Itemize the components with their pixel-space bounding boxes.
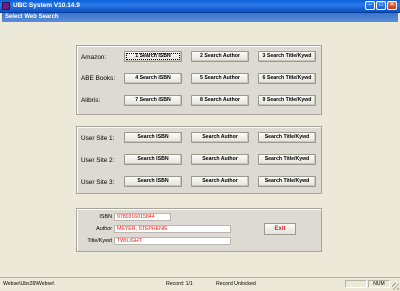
user-site-1-search-author-button[interactable]: Search Author [191,132,249,143]
app-icon [2,2,10,10]
alibris-search-author-button[interactable]: 8 Search Author [191,95,249,106]
window-title: UBC System V10.14.9 [13,2,80,9]
exit-button[interactable]: Exit [264,223,296,235]
status-path: Webse\Ubs39\Webse\ [3,281,55,287]
window-title-bar[interactable]: UBC System V10.14.9 – □ ✕ [0,0,400,13]
user-site-1-search-isbn-button[interactable]: Search ISBN [124,132,182,143]
amazon-label: Amazon: [81,54,107,61]
resize-grip-icon[interactable] [392,283,399,290]
status-empty-cell [345,280,367,288]
user-site-3-search-isbn-button[interactable]: Search ISBN [124,176,182,187]
form-header: Select Web Search [2,13,398,22]
abe-search-author-button[interactable]: 5 Search Author [191,73,249,84]
status-bar: Webse\Ubs39\Webse\ Record: 1/1 Record Un… [0,277,400,291]
alibris-search-isbn-button[interactable]: 7 Search ISBN [124,95,182,106]
abe-books-label: ABE Books: [81,75,116,82]
status-lock: Record Unlocked [216,281,256,287]
alibris-search-title-button[interactable]: 9 Search Title/Kywd [258,95,316,106]
user-site-1-label: User Site 1: [81,135,115,142]
amazon-search-title-button[interactable]: 3 Search Title/Kywd [258,51,316,62]
author-field[interactable]: MEYER, STEPHENIE [114,225,231,233]
amazon-search-author-button[interactable]: 2 Search Author [191,51,249,62]
user-site-3-search-title-button[interactable]: Search Title/Kywd [258,176,316,187]
minimize-icon[interactable]: – [365,1,375,10]
user-site-2-label: User Site 2: [81,157,115,164]
abe-search-isbn-button[interactable]: 4 Search ISBN [124,73,182,84]
alibris-label: Alibris: [81,97,101,104]
close-icon[interactable]: ✕ [387,1,397,10]
form-title: Select Web Search [5,14,59,20]
user-site-3-search-author-button[interactable]: Search Author [191,176,249,187]
isbn-label: ISBN [99,214,112,220]
user-site-2-search-isbn-button[interactable]: Search ISBN [124,154,182,165]
title-kywd-field[interactable]: TWILIGHT [114,237,231,245]
amazon-search-isbn-button[interactable]: 1 Search ISBN [124,51,182,62]
isbn-field[interactable]: 9780316015844 [114,213,171,221]
user-site-1-search-title-button[interactable]: Search Title/Kywd [258,132,316,143]
abe-search-title-button[interactable]: 6 Search Title/Kywd [258,73,316,84]
author-label: Author [96,226,112,232]
status-num: NUM [368,280,390,288]
status-record: Record: 1/1 [166,281,193,287]
user-site-3-label: User Site 3: [81,179,115,186]
user-site-2-search-title-button[interactable]: Search Title/Kywd [258,154,316,165]
title-kywd-label: Title/Kywd [87,238,112,244]
user-site-2-search-author-button[interactable]: Search Author [191,154,249,165]
maximize-icon[interactable]: □ [376,1,386,10]
